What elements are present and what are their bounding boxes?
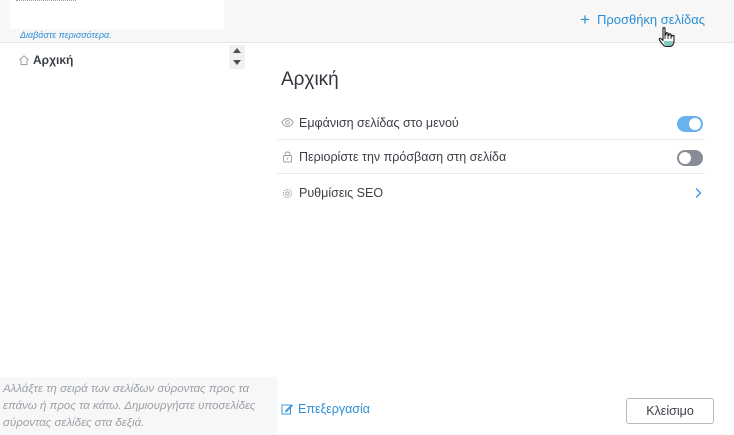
seo-settings-label: Ρυθμίσεις SEO: [299, 186, 384, 200]
page-item-home[interactable]: Αρχική: [18, 53, 73, 67]
add-page-label: Προσθήκη σελίδας: [596, 12, 705, 27]
chevron-right-icon: [695, 188, 702, 198]
toggle-knob: [689, 118, 701, 130]
restrict-access-toggle[interactable]: [677, 150, 703, 166]
gear-icon: [281, 187, 294, 200]
page-name-field[interactable]: [10, 0, 224, 29]
scroll-down-arrow-icon[interactable]: [233, 60, 241, 65]
page-item-label: Αρχική: [33, 53, 74, 67]
show-in-menu-row: Εμφάνιση σελίδας στο μενού: [277, 106, 705, 140]
show-in-menu-label: Εμφάνιση σελίδας στο μενού: [299, 115, 459, 130]
restrict-access-row: Περιορίστε την πρόσβαση στη σελίδα: [277, 140, 705, 174]
page-title: Αρχική: [281, 69, 339, 90]
top-bar: Διαβάστε περισσότερα. + Προσθήκη σελίδας: [0, 0, 734, 48]
pages-sidebar: Αρχική Αλλάξτε τη σειρά των σελίδων σύρο…: [0, 43, 277, 435]
edit-link[interactable]: Επεξεργασία: [281, 402, 370, 416]
page-settings-panel: Αρχική Εμφάνιση σελίδας στο μενού Περιορ…: [277, 43, 734, 435]
restrict-access-label: Περιορίστε την πρόσβαση στη σελίδα: [299, 149, 507, 164]
lock-icon: [281, 150, 294, 163]
scrollbar[interactable]: [229, 45, 245, 69]
reorder-hint: Αλλάξτε τη σειρά των σελίδων σύροντας πρ…: [0, 377, 277, 435]
show-in-menu-toggle[interactable]: [677, 116, 703, 132]
read-more-link[interactable]: Διαβάστε περισσότερα.: [20, 30, 112, 40]
home-icon: [18, 54, 30, 66]
seo-settings-row[interactable]: Ρυθμίσεις SEO: [277, 176, 705, 210]
eye-icon: [281, 116, 294, 129]
edit-label: Επεξεργασία: [298, 402, 371, 416]
add-page-button[interactable]: + Προσθήκη σελίδας: [580, 9, 705, 29]
toggle-knob: [679, 152, 691, 164]
close-button[interactable]: Κλείσιμο: [626, 398, 714, 424]
scroll-up-arrow-icon[interactable]: [233, 48, 241, 53]
pencil-icon: [281, 404, 293, 415]
plus-icon: +: [580, 9, 590, 29]
